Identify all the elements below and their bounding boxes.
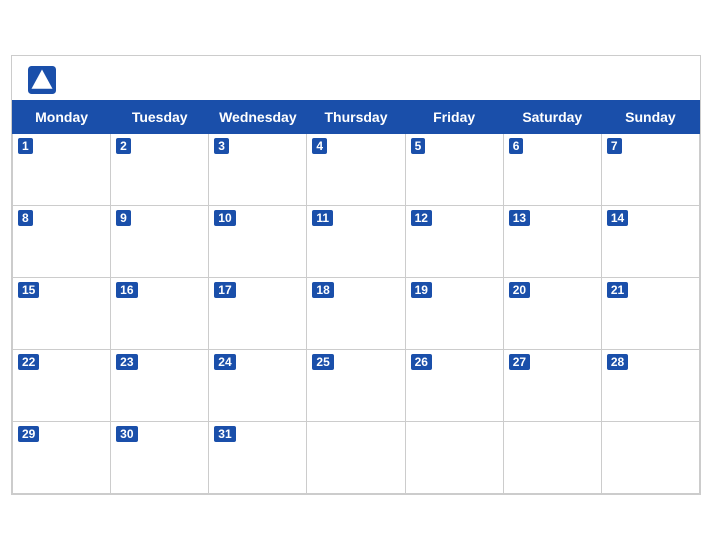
weekday-header-saturday: Saturday — [503, 101, 601, 134]
day-number: 1 — [18, 138, 33, 154]
calendar-cell: 31 — [209, 422, 307, 494]
weekday-header-thursday: Thursday — [307, 101, 405, 134]
day-number: 27 — [509, 354, 530, 370]
calendar-cell: 15 — [13, 278, 111, 350]
day-number: 22 — [18, 354, 39, 370]
day-number: 18 — [312, 282, 333, 298]
calendar: MondayTuesdayWednesdayThursdayFridaySatu… — [11, 55, 701, 495]
calendar-cell: 26 — [405, 350, 503, 422]
day-number: 2 — [116, 138, 131, 154]
calendar-cell: 9 — [111, 206, 209, 278]
day-number: 14 — [607, 210, 628, 226]
calendar-cell: 1 — [13, 134, 111, 206]
day-number: 3 — [214, 138, 229, 154]
calendar-cell: 16 — [111, 278, 209, 350]
day-number: 21 — [607, 282, 628, 298]
day-number: 17 — [214, 282, 235, 298]
weekday-header-row: MondayTuesdayWednesdayThursdayFridaySatu… — [13, 101, 700, 134]
day-number: 5 — [411, 138, 426, 154]
week-row-3: 15 16 17 18 19 20 21 — [13, 278, 700, 350]
day-number: 8 — [18, 210, 33, 226]
calendar-cell: 21 — [601, 278, 699, 350]
weekday-header-monday: Monday — [13, 101, 111, 134]
calendar-cell: 6 — [503, 134, 601, 206]
day-number: 19 — [411, 282, 432, 298]
week-row-1: 1 2 3 4 5 6 7 — [13, 134, 700, 206]
calendar-cell — [405, 422, 503, 494]
day-number: 25 — [312, 354, 333, 370]
calendar-table: MondayTuesdayWednesdayThursdayFridaySatu… — [12, 100, 700, 494]
week-row-5: 29 30 31 — [13, 422, 700, 494]
day-number: 11 — [312, 210, 333, 226]
calendar-cell: 2 — [111, 134, 209, 206]
general-blue-icon — [28, 66, 56, 94]
day-number: 10 — [214, 210, 235, 226]
day-number: 9 — [116, 210, 131, 226]
calendar-cell: 8 — [13, 206, 111, 278]
day-number: 16 — [116, 282, 137, 298]
week-row-4: 22 23 24 25 26 27 28 — [13, 350, 700, 422]
calendar-cell: 20 — [503, 278, 601, 350]
calendar-cell: 27 — [503, 350, 601, 422]
day-number: 15 — [18, 282, 39, 298]
calendar-cell — [307, 422, 405, 494]
calendar-thead: MondayTuesdayWednesdayThursdayFridaySatu… — [13, 101, 700, 134]
day-number: 28 — [607, 354, 628, 370]
day-number: 13 — [509, 210, 530, 226]
day-number: 12 — [411, 210, 432, 226]
calendar-cell: 13 — [503, 206, 601, 278]
calendar-cell: 22 — [13, 350, 111, 422]
day-number: 26 — [411, 354, 432, 370]
calendar-cell: 4 — [307, 134, 405, 206]
day-number: 4 — [312, 138, 327, 154]
calendar-cell: 14 — [601, 206, 699, 278]
calendar-cell: 19 — [405, 278, 503, 350]
calendar-cell: 10 — [209, 206, 307, 278]
calendar-cell: 28 — [601, 350, 699, 422]
day-number: 20 — [509, 282, 530, 298]
day-number: 23 — [116, 354, 137, 370]
calendar-cell — [601, 422, 699, 494]
day-number: 29 — [18, 426, 39, 442]
calendar-cell: 18 — [307, 278, 405, 350]
calendar-body: 1234567891011121314151617181920212223242… — [13, 134, 700, 494]
day-number: 30 — [116, 426, 137, 442]
calendar-header — [12, 56, 700, 100]
weekday-header-friday: Friday — [405, 101, 503, 134]
day-number: 6 — [509, 138, 524, 154]
calendar-cell: 17 — [209, 278, 307, 350]
calendar-cell: 3 — [209, 134, 307, 206]
calendar-cell: 23 — [111, 350, 209, 422]
calendar-cell: 30 — [111, 422, 209, 494]
calendar-cell — [503, 422, 601, 494]
calendar-cell: 11 — [307, 206, 405, 278]
weekday-header-sunday: Sunday — [601, 101, 699, 134]
calendar-cell: 7 — [601, 134, 699, 206]
calendar-cell: 25 — [307, 350, 405, 422]
calendar-cell: 24 — [209, 350, 307, 422]
calendar-cell: 29 — [13, 422, 111, 494]
logo-area — [28, 66, 60, 94]
day-number: 24 — [214, 354, 235, 370]
calendar-cell: 5 — [405, 134, 503, 206]
weekday-header-wednesday: Wednesday — [209, 101, 307, 134]
weekday-header-tuesday: Tuesday — [111, 101, 209, 134]
week-row-2: 8 9 10 11 12 13 14 — [13, 206, 700, 278]
calendar-cell: 12 — [405, 206, 503, 278]
day-number: 7 — [607, 138, 622, 154]
day-number: 31 — [214, 426, 235, 442]
